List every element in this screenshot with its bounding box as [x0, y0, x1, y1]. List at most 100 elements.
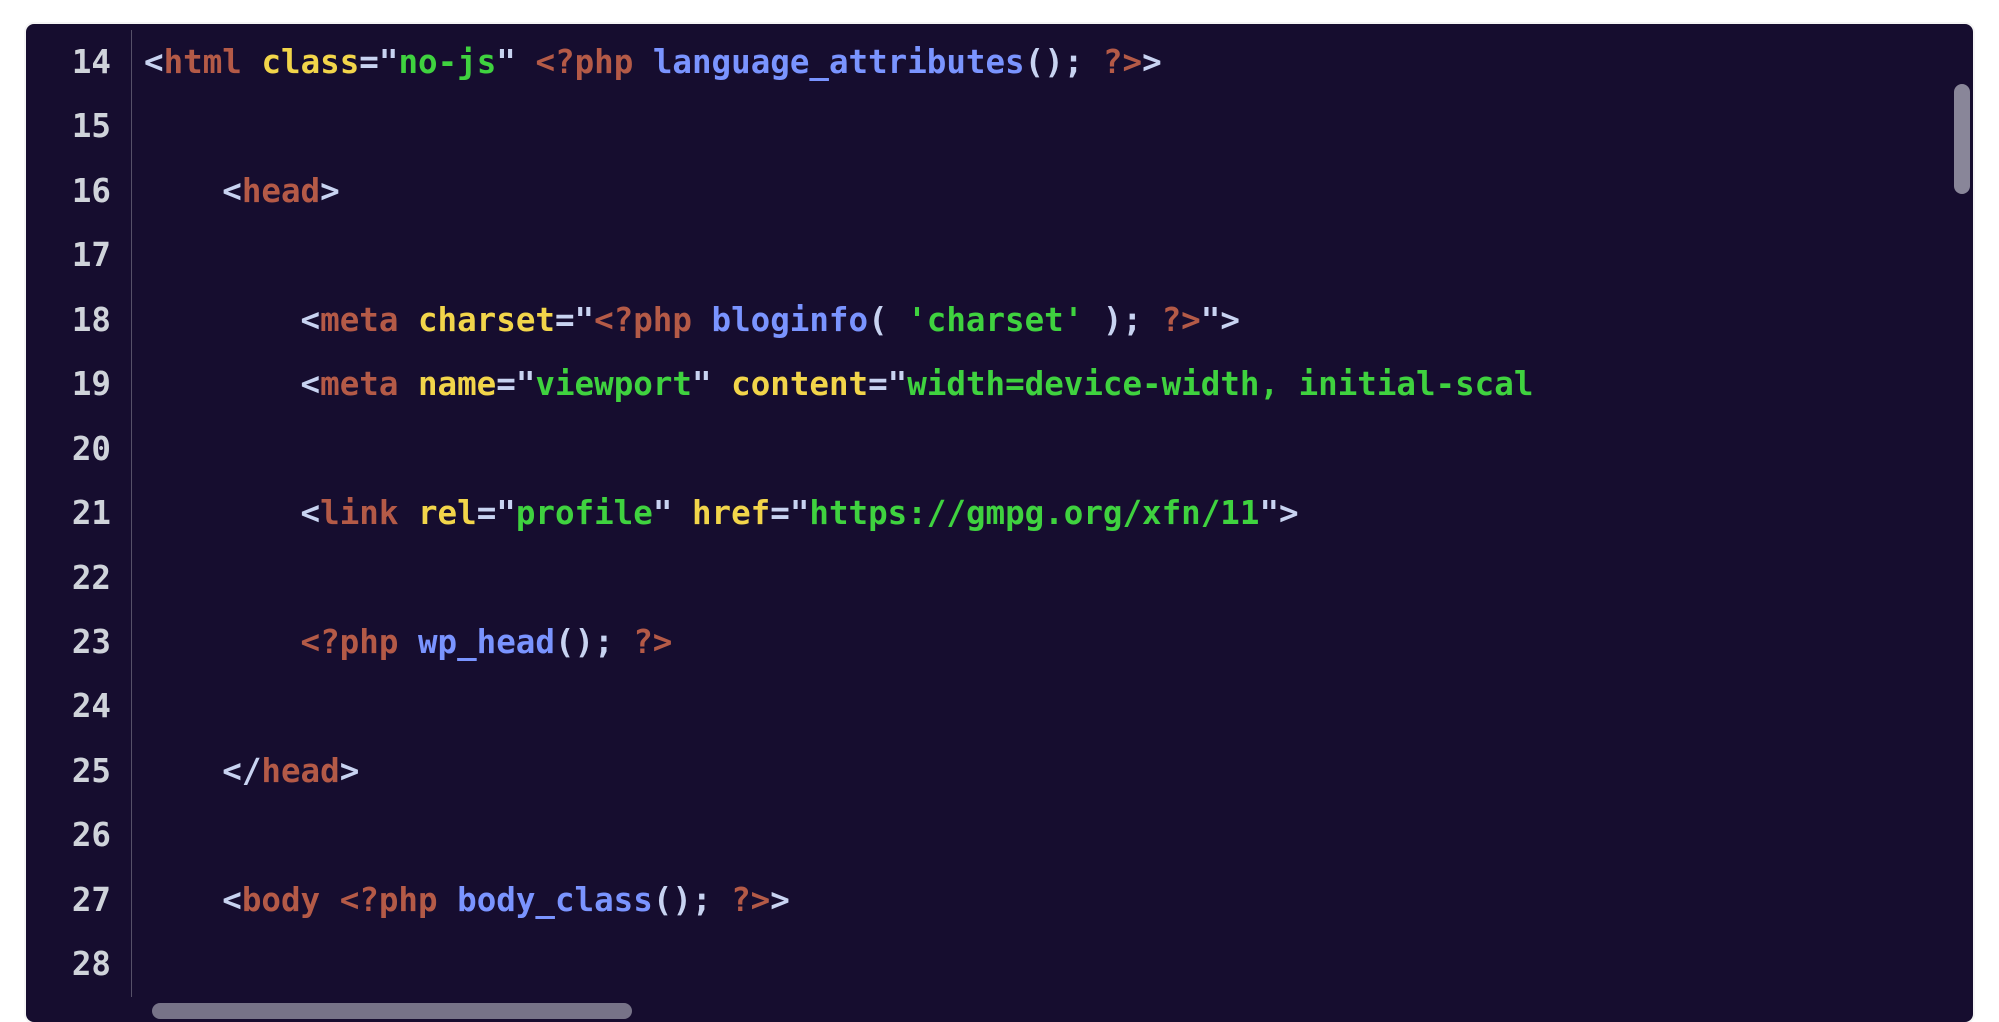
- token-phpfn: language_attributes: [653, 43, 1025, 81]
- indentation: [144, 365, 301, 403]
- token-val: width=device-width, initial-scal: [907, 365, 1533, 403]
- indentation: [144, 623, 301, 661]
- token-punct: [672, 494, 692, 532]
- indentation: [144, 172, 222, 210]
- code-area[interactable]: 14<html class="no-js" <?php language_att…: [26, 24, 1973, 997]
- code-line[interactable]: 26: [26, 803, 1973, 867]
- vertical-scrollbar-track[interactable]: [1945, 24, 1973, 1022]
- token-punct: [242, 43, 262, 81]
- token-tag: meta: [320, 365, 398, 403]
- token-punct: >: [1142, 43, 1162, 81]
- token-punct: [1083, 43, 1103, 81]
- code-line[interactable]: 17: [26, 223, 1973, 287]
- token-tag: body: [242, 881, 320, 919]
- code-line[interactable]: 21 <link rel="profile" href="https://gmp…: [26, 481, 1973, 545]
- line-number: 24: [26, 674, 132, 738]
- code-content[interactable]: <meta name="viewport" content="width=dev…: [132, 352, 1973, 416]
- token-punct: [712, 881, 732, 919]
- code-line[interactable]: 22: [26, 546, 1973, 610]
- token-punct: =: [496, 365, 516, 403]
- editor-frame: 14<html class="no-js" <?php language_att…: [0, 0, 1999, 1022]
- line-number: 17: [26, 223, 132, 287]
- token-punct: >: [1220, 301, 1240, 339]
- token-punct: [516, 43, 536, 81]
- code-content[interactable]: [132, 546, 1973, 610]
- token-punct: [614, 623, 634, 661]
- code-content[interactable]: <head>: [132, 159, 1973, 223]
- token-punct: ": [790, 494, 810, 532]
- token-punct: [438, 881, 458, 919]
- token-punct: ": [516, 365, 536, 403]
- token-attr: href: [692, 494, 770, 532]
- token-punct: [633, 43, 653, 81]
- token-phpdel: <?php: [340, 881, 438, 919]
- code-line[interactable]: 25 </head>: [26, 739, 1973, 803]
- token-punct: ": [888, 365, 908, 403]
- code-editor[interactable]: 14<html class="no-js" <?php language_att…: [26, 24, 1973, 1022]
- token-punct: [398, 494, 418, 532]
- code-content[interactable]: <body <?php body_class(); ?>>: [132, 868, 1973, 932]
- vertical-scrollbar-thumb[interactable]: [1954, 84, 1970, 194]
- line-number: 20: [26, 417, 132, 481]
- line-number: 18: [26, 288, 132, 352]
- token-attr: rel: [418, 494, 477, 532]
- token-punct: [398, 301, 418, 339]
- token-punct: ": [1259, 494, 1279, 532]
- line-number: 25: [26, 739, 132, 803]
- code-content[interactable]: [132, 94, 1973, 158]
- code-line[interactable]: 28: [26, 932, 1973, 996]
- token-punct: <: [301, 365, 321, 403]
- indentation: [144, 881, 222, 919]
- token-punct: ();: [653, 881, 712, 919]
- code-content[interactable]: [132, 417, 1973, 481]
- code-line[interactable]: 18 <meta charset="<?php bloginfo( 'chars…: [26, 288, 1973, 352]
- code-content[interactable]: <meta charset="<?php bloginfo( 'charset'…: [132, 288, 1973, 352]
- code-line[interactable]: 14<html class="no-js" <?php language_att…: [26, 30, 1973, 94]
- token-punct: [1142, 301, 1162, 339]
- token-phpfn: body_class: [457, 881, 653, 919]
- token-attr: charset: [418, 301, 555, 339]
- code-line[interactable]: 15: [26, 94, 1973, 158]
- code-content[interactable]: <html class="no-js" <?php language_attri…: [132, 30, 1973, 94]
- line-number: 27: [26, 868, 132, 932]
- code-content[interactable]: [132, 223, 1973, 287]
- token-punct: ": [379, 43, 399, 81]
- line-number: 15: [26, 94, 132, 158]
- horizontal-scrollbar-thumb[interactable]: [152, 1003, 632, 1019]
- token-phpdel: ?>: [1162, 301, 1201, 339]
- code-line[interactable]: 20: [26, 417, 1973, 481]
- token-val: 'charset': [907, 301, 1083, 339]
- token-punct: =: [555, 301, 575, 339]
- line-number: 21: [26, 481, 132, 545]
- token-tag: html: [164, 43, 242, 81]
- token-phpdel: <?php: [594, 301, 692, 339]
- token-punct: </: [222, 752, 261, 790]
- token-punct: <: [222, 172, 242, 210]
- code-line[interactable]: 16 <head>: [26, 159, 1973, 223]
- code-content[interactable]: </head>: [132, 739, 1973, 803]
- token-val: no-js: [398, 43, 496, 81]
- token-punct: =: [770, 494, 790, 532]
- token-punct: );: [1083, 301, 1142, 339]
- token-punct: <: [144, 43, 164, 81]
- token-punct: =: [359, 43, 379, 81]
- token-punct: <: [301, 301, 321, 339]
- token-tag: head: [261, 752, 339, 790]
- token-punct: ": [653, 494, 673, 532]
- code-line[interactable]: 24: [26, 674, 1973, 738]
- code-content[interactable]: <link rel="profile" href="https://gmpg.o…: [132, 481, 1973, 545]
- token-punct: [692, 301, 712, 339]
- token-phpdel: ?>: [633, 623, 672, 661]
- code-line[interactable]: 27 <body <?php body_class(); ?>>: [26, 868, 1973, 932]
- code-content[interactable]: [132, 803, 1973, 867]
- token-punct: [712, 365, 732, 403]
- code-content[interactable]: [132, 674, 1973, 738]
- horizontal-scrollbar-track[interactable]: [132, 994, 1945, 1022]
- token-punct: ();: [1025, 43, 1084, 81]
- token-phpdel: <?php: [301, 623, 399, 661]
- code-content[interactable]: [132, 932, 1973, 996]
- code-line[interactable]: 23 <?php wp_head(); ?>: [26, 610, 1973, 674]
- indentation: [144, 301, 301, 339]
- code-line[interactable]: 19 <meta name="viewport" content="width=…: [26, 352, 1973, 416]
- code-content[interactable]: <?php wp_head(); ?>: [132, 610, 1973, 674]
